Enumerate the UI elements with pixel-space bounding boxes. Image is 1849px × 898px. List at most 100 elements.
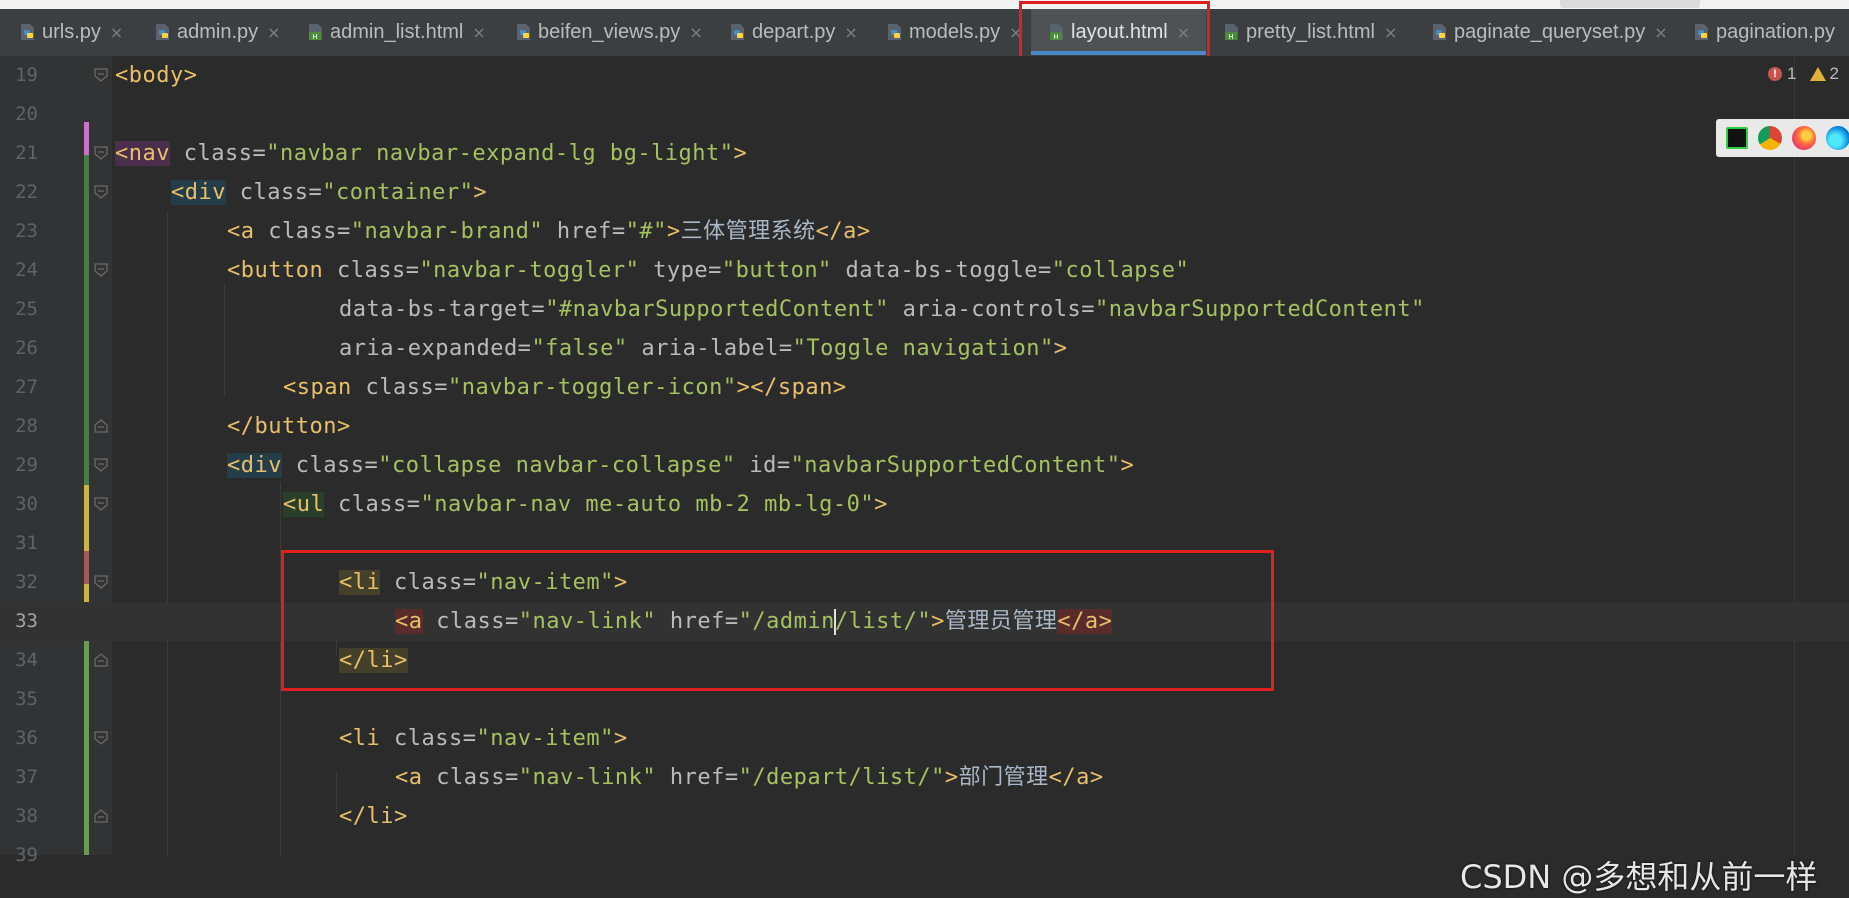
line-number: 37 — [15, 766, 38, 788]
window-top-strip — [0, 0, 1849, 9]
tab-paginate-queryset-py[interactable]: paginate_queryset.py × — [1430, 9, 1668, 55]
svg-text:H: H — [312, 33, 317, 41]
code-text: <span class="navbar-toggler-icon"></span… — [283, 375, 847, 400]
code-line: 36 <li class="nav-item"> — [0, 719, 1849, 758]
code-text: <nav class="navbar navbar-expand-lg bg-l… — [115, 141, 748, 166]
python-file-icon — [1430, 22, 1450, 42]
watermark: CSDN @多想和从前一样 — [1460, 858, 1818, 896]
close-icon[interactable]: × — [110, 23, 123, 42]
line-number: 31 — [15, 532, 38, 554]
tab-models-py[interactable]: models.py × — [885, 9, 1023, 55]
tab-label: pagination.py — [1716, 20, 1835, 43]
fold-marker-icon[interactable] — [94, 731, 108, 745]
fold-end-marker-icon[interactable] — [94, 653, 108, 667]
code-text: <div class="container"> — [171, 180, 488, 205]
line-number: 20 — [15, 103, 38, 125]
python-file-icon — [885, 22, 905, 42]
tab-beifen-views-py[interactable]: beifen_views.py × — [514, 9, 703, 55]
code-line: 21 <nav class="navbar navbar-expand-lg b… — [0, 134, 1849, 173]
tab-depart-py[interactable]: depart.py × — [728, 9, 858, 55]
line-number: 34 — [15, 649, 38, 671]
line-number: 26 — [15, 337, 38, 359]
python-file-icon — [728, 22, 748, 42]
fold-end-marker-icon[interactable] — [94, 809, 108, 823]
line-number: 27 — [15, 376, 38, 398]
code-line: 28 </button> — [0, 407, 1849, 446]
fold-marker-icon[interactable] — [94, 497, 108, 511]
line-number: 39 — [15, 844, 38, 866]
code-text: <a class="nav-link" href="/depart/list/"… — [395, 765, 1104, 790]
tab-admin-py[interactable]: admin.py × — [153, 9, 281, 55]
tab-pagination-py[interactable]: pagination.py — [1692, 9, 1835, 55]
tab-admin-list-html[interactable]: H admin_list.html × — [306, 9, 486, 55]
code-line: 29 <div class="collapse navbar-collapse"… — [0, 446, 1849, 485]
code-text: </button> — [227, 414, 351, 439]
tab-label: depart.py — [752, 20, 836, 43]
code-text: <button class="navbar-toggler" type="but… — [227, 258, 1190, 283]
line-number: 29 — [15, 454, 38, 476]
code-text: </li> — [339, 804, 408, 829]
code-text: <div class="collapse navbar-collapse" id… — [227, 453, 1135, 478]
close-icon[interactable]: × — [472, 23, 485, 42]
tab-label: admin.py — [177, 20, 259, 43]
code-line: 20 — [0, 95, 1849, 134]
svg-text:H: H — [1228, 33, 1233, 41]
code-line: 22 <div class="container"> — [0, 173, 1849, 212]
html-file-icon: H — [1222, 22, 1242, 42]
close-icon[interactable]: × — [689, 23, 702, 42]
tab-urls-py[interactable]: urls.py × — [18, 9, 123, 55]
close-icon[interactable]: × — [1384, 23, 1397, 42]
html-file-icon: H — [306, 22, 326, 42]
code-line: 27 <span class="navbar-toggler-icon"></s… — [0, 368, 1849, 407]
fold-marker-icon[interactable] — [94, 146, 108, 160]
line-number: 25 — [15, 298, 38, 320]
python-file-icon — [153, 22, 173, 42]
tab-label: urls.py — [42, 20, 101, 43]
line-number: 30 — [15, 493, 38, 515]
active-tab-annotation-box — [1019, 1, 1210, 63]
code-text: <ul class="navbar-nav me-auto mb-2 mb-lg… — [283, 492, 888, 517]
line-number: 21 — [15, 142, 38, 164]
close-icon[interactable]: × — [844, 23, 857, 42]
code-annotation-box — [281, 550, 1274, 691]
code-line: 26 aria-expanded="false" aria-label="Tog… — [0, 329, 1849, 368]
close-icon[interactable]: × — [1654, 23, 1667, 42]
tab-label: pretty_list.html — [1246, 20, 1375, 43]
tab-label: paginate_queryset.py — [1454, 20, 1646, 43]
code-line: 38 </li> — [0, 797, 1849, 836]
code-text: aria-expanded="false" aria-label="Toggle… — [339, 336, 1068, 361]
line-number: 19 — [15, 64, 38, 86]
code-line: 30 <ul class="navbar-nav me-auto mb-2 mb… — [0, 485, 1849, 524]
fold-marker-icon[interactable] — [94, 263, 108, 277]
python-file-icon — [1692, 22, 1712, 42]
line-number: 38 — [15, 805, 38, 827]
close-icon[interactable]: × — [267, 23, 280, 42]
line-number: 24 — [15, 259, 38, 281]
tab-pretty-list-html[interactable]: H pretty_list.html × — [1222, 9, 1397, 55]
line-number: 35 — [15, 688, 38, 710]
fold-marker-icon[interactable] — [94, 185, 108, 199]
fold-marker-icon[interactable] — [94, 458, 108, 472]
python-file-icon — [18, 22, 38, 42]
code-editor[interactable]: ! 1 2 19 <body> 20 21 <nav class="navbar… — [0, 56, 1849, 896]
code-text: <body> — [115, 63, 198, 88]
code-line: 25 data-bs-target="#navbarSupportedConte… — [0, 290, 1849, 329]
line-number: 22 — [15, 181, 38, 203]
line-number: 36 — [15, 727, 38, 749]
python-file-icon — [514, 22, 534, 42]
tab-label: admin_list.html — [330, 20, 464, 43]
line-number: 33 — [15, 610, 38, 632]
line-number: 32 — [15, 571, 38, 593]
code-line: 19 <body> — [0, 56, 1849, 95]
tab-label: beifen_views.py — [538, 20, 681, 43]
fold-marker-icon[interactable] — [94, 575, 108, 589]
editor-tab-bar: urls.py × admin.py × H admin_list.html ×… — [0, 0, 1849, 57]
fold-marker-icon[interactable] — [94, 68, 108, 82]
code-text: data-bs-target="#navbarSupportedContent"… — [339, 297, 1425, 322]
fold-end-marker-icon[interactable] — [94, 419, 108, 433]
code-text: <li class="nav-item"> — [339, 726, 628, 751]
code-line: 24 <button class="navbar-toggler" type="… — [0, 251, 1849, 290]
line-number: 23 — [15, 220, 38, 242]
code-text: <a class="navbar-brand" href="#">三体管理系统<… — [227, 219, 871, 244]
line-number: 28 — [15, 415, 38, 437]
